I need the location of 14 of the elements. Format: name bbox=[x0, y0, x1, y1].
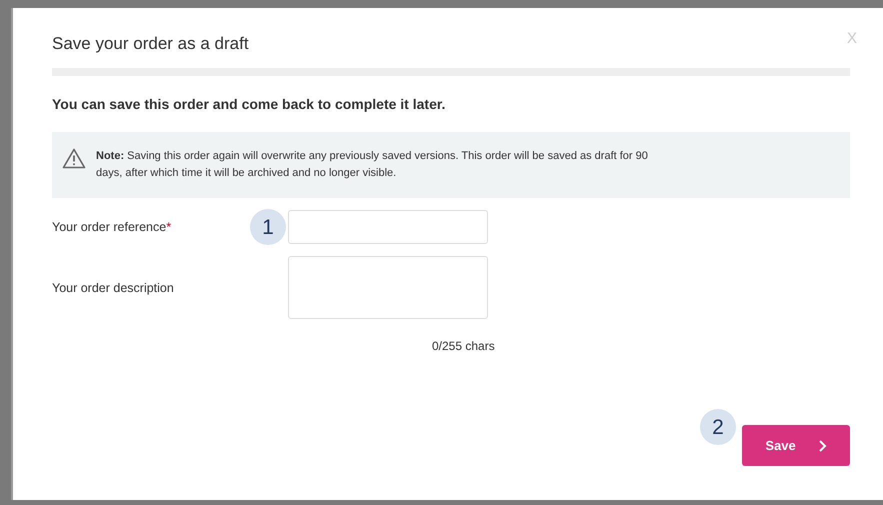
dialog-title: Save your order as a draft bbox=[52, 34, 250, 54]
field-label: Your order reference bbox=[52, 220, 166, 234]
order-reference-field[interactable] bbox=[288, 210, 488, 244]
order-description-field[interactable] bbox=[288, 256, 488, 320]
chevron-right-icon bbox=[818, 438, 827, 453]
intro-text: You can save this order and come back to complete it later. bbox=[52, 95, 446, 114]
warning-icon bbox=[62, 148, 86, 170]
step-marker: 1 bbox=[250, 209, 286, 246]
note-text: Note: Saving this order again will overwrite any previously saved versions. This order will be saved as draft for 90 days, after which time it will be archived and no longer visible. bbox=[96, 149, 649, 182]
field-label: Your order description bbox=[52, 280, 174, 295]
step-marker: 2 bbox=[700, 409, 736, 446]
required-marker: * bbox=[166, 220, 172, 234]
save-button[interactable]: Save bbox=[742, 425, 850, 466]
char-counter: 0/255 chars bbox=[432, 338, 495, 356]
